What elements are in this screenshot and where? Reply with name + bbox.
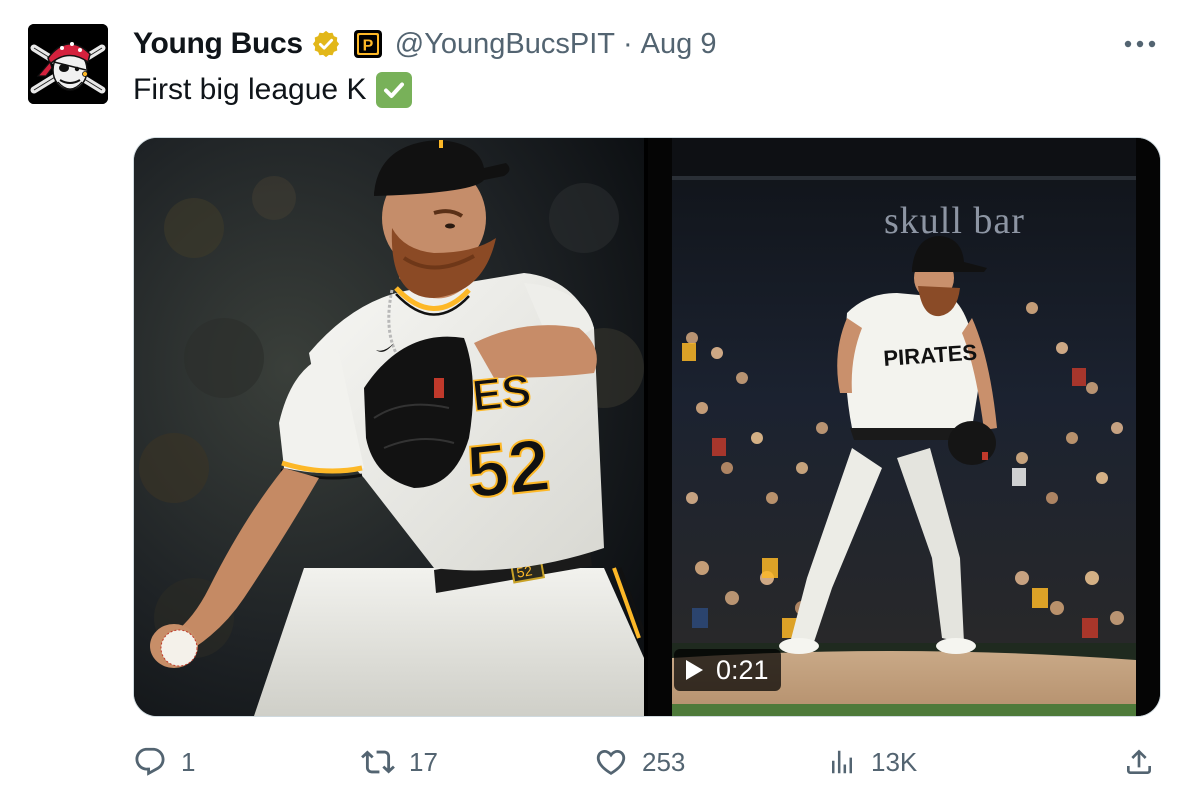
share-button[interactable] (1123, 738, 1155, 786)
heart-icon (596, 749, 626, 775)
svg-text:52: 52 (463, 423, 554, 514)
video-thumbnail: skull bar PIRATES (672, 138, 1136, 716)
video-thumbnail-image: skull bar PIRATES (672, 138, 1136, 716)
video-duration: 0:21 (716, 654, 769, 685)
play-icon (686, 660, 703, 680)
action-bar: 1 17 253 13K (133, 738, 1163, 786)
svg-text:P: P (362, 38, 373, 55)
more-options-button[interactable] (1118, 28, 1162, 60)
like-button[interactable]: 253 (594, 738, 685, 786)
pitcher-photo[interactable]: 52 ES 52 (134, 138, 644, 716)
pirate-logo-icon (28, 24, 108, 104)
tweet: Young Bucs P @YoungBucsPIT · Aug 9 First… (0, 0, 1191, 799)
svg-text:skull bar: skull bar (884, 200, 1025, 242)
views-icon (832, 750, 852, 774)
views-button[interactable]: 13K (827, 738, 917, 786)
svg-text:ES: ES (470, 366, 534, 421)
tweet-text: First big league K (133, 72, 413, 108)
repost-button[interactable]: 17 (361, 738, 438, 786)
display-name[interactable]: Young Bucs (133, 27, 303, 61)
reply-count: 1 (181, 746, 196, 777)
video-player[interactable]: skull bar PIRATES (648, 138, 1160, 716)
tweet-text-content: First big league K (133, 73, 367, 106)
tweet-date[interactable]: Aug 9 (641, 28, 717, 61)
reply-icon (135, 747, 165, 776)
affiliate-badge-icon[interactable]: P (353, 29, 383, 59)
repost-count: 17 (409, 746, 438, 777)
share-icon (1127, 749, 1151, 774)
reply-button[interactable]: 1 (133, 738, 195, 786)
check-mark-emoji-icon (376, 72, 413, 108)
avatar[interactable] (28, 24, 108, 104)
pitcher-photo-image: 52 ES 52 (134, 138, 644, 716)
user-handle[interactable]: @YoungBucsPIT (395, 28, 615, 61)
media-grid: 52 ES 52 skull bar PIRATES 0:21 (133, 137, 1161, 717)
views-count: 13K (871, 746, 918, 777)
verified-badge-icon[interactable] (311, 29, 341, 59)
repost-icon (361, 750, 395, 774)
like-count: 253 (642, 746, 686, 777)
video-duration-badge[interactable]: 0:21 (674, 649, 781, 691)
separator-dot: · (623, 27, 633, 60)
tweet-header: Young Bucs P @YoungBucsPIT · Aug 9 (133, 24, 716, 64)
more-horizontal-icon (1124, 40, 1156, 48)
